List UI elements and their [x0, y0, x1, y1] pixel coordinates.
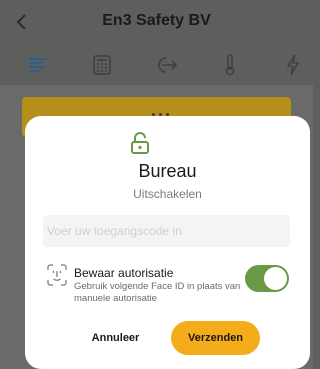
- submit-button[interactable]: Verzenden: [171, 321, 260, 355]
- tab-keypad[interactable]: [89, 52, 115, 78]
- exit-icon: [158, 57, 178, 73]
- tab-list[interactable]: [25, 52, 51, 78]
- toggle-knob: [264, 267, 287, 290]
- tab-temperature[interactable]: [217, 52, 243, 78]
- save-authorization-toggle[interactable]: [245, 265, 289, 292]
- tab-energy[interactable]: [280, 52, 306, 78]
- lightning-icon: [286, 54, 300, 76]
- list-icon: [29, 58, 47, 72]
- tab-exit[interactable]: [153, 52, 179, 78]
- unlocked-icon: [131, 132, 149, 154]
- keypad-icon: [93, 55, 111, 75]
- thermometer-icon: [225, 54, 235, 76]
- access-code-input[interactable]: [43, 215, 290, 247]
- icon-tab-bar: [0, 45, 313, 85]
- face-id-icon: [47, 264, 67, 286]
- zone-name: Bureau: [138, 161, 197, 181]
- save-authorization-description: Gebruik volgende Face ID in plaats van m…: [74, 281, 241, 304]
- save-authorization-label: Bewaar autorisatie: [74, 266, 174, 280]
- page-title: En3 Safety BV: [102, 12, 211, 29]
- zone-action: Uitschakelen: [133, 187, 202, 201]
- top-bar: En3 Safety BV: [0, 0, 313, 45]
- cancel-button[interactable]: Annuleer: [71, 321, 160, 355]
